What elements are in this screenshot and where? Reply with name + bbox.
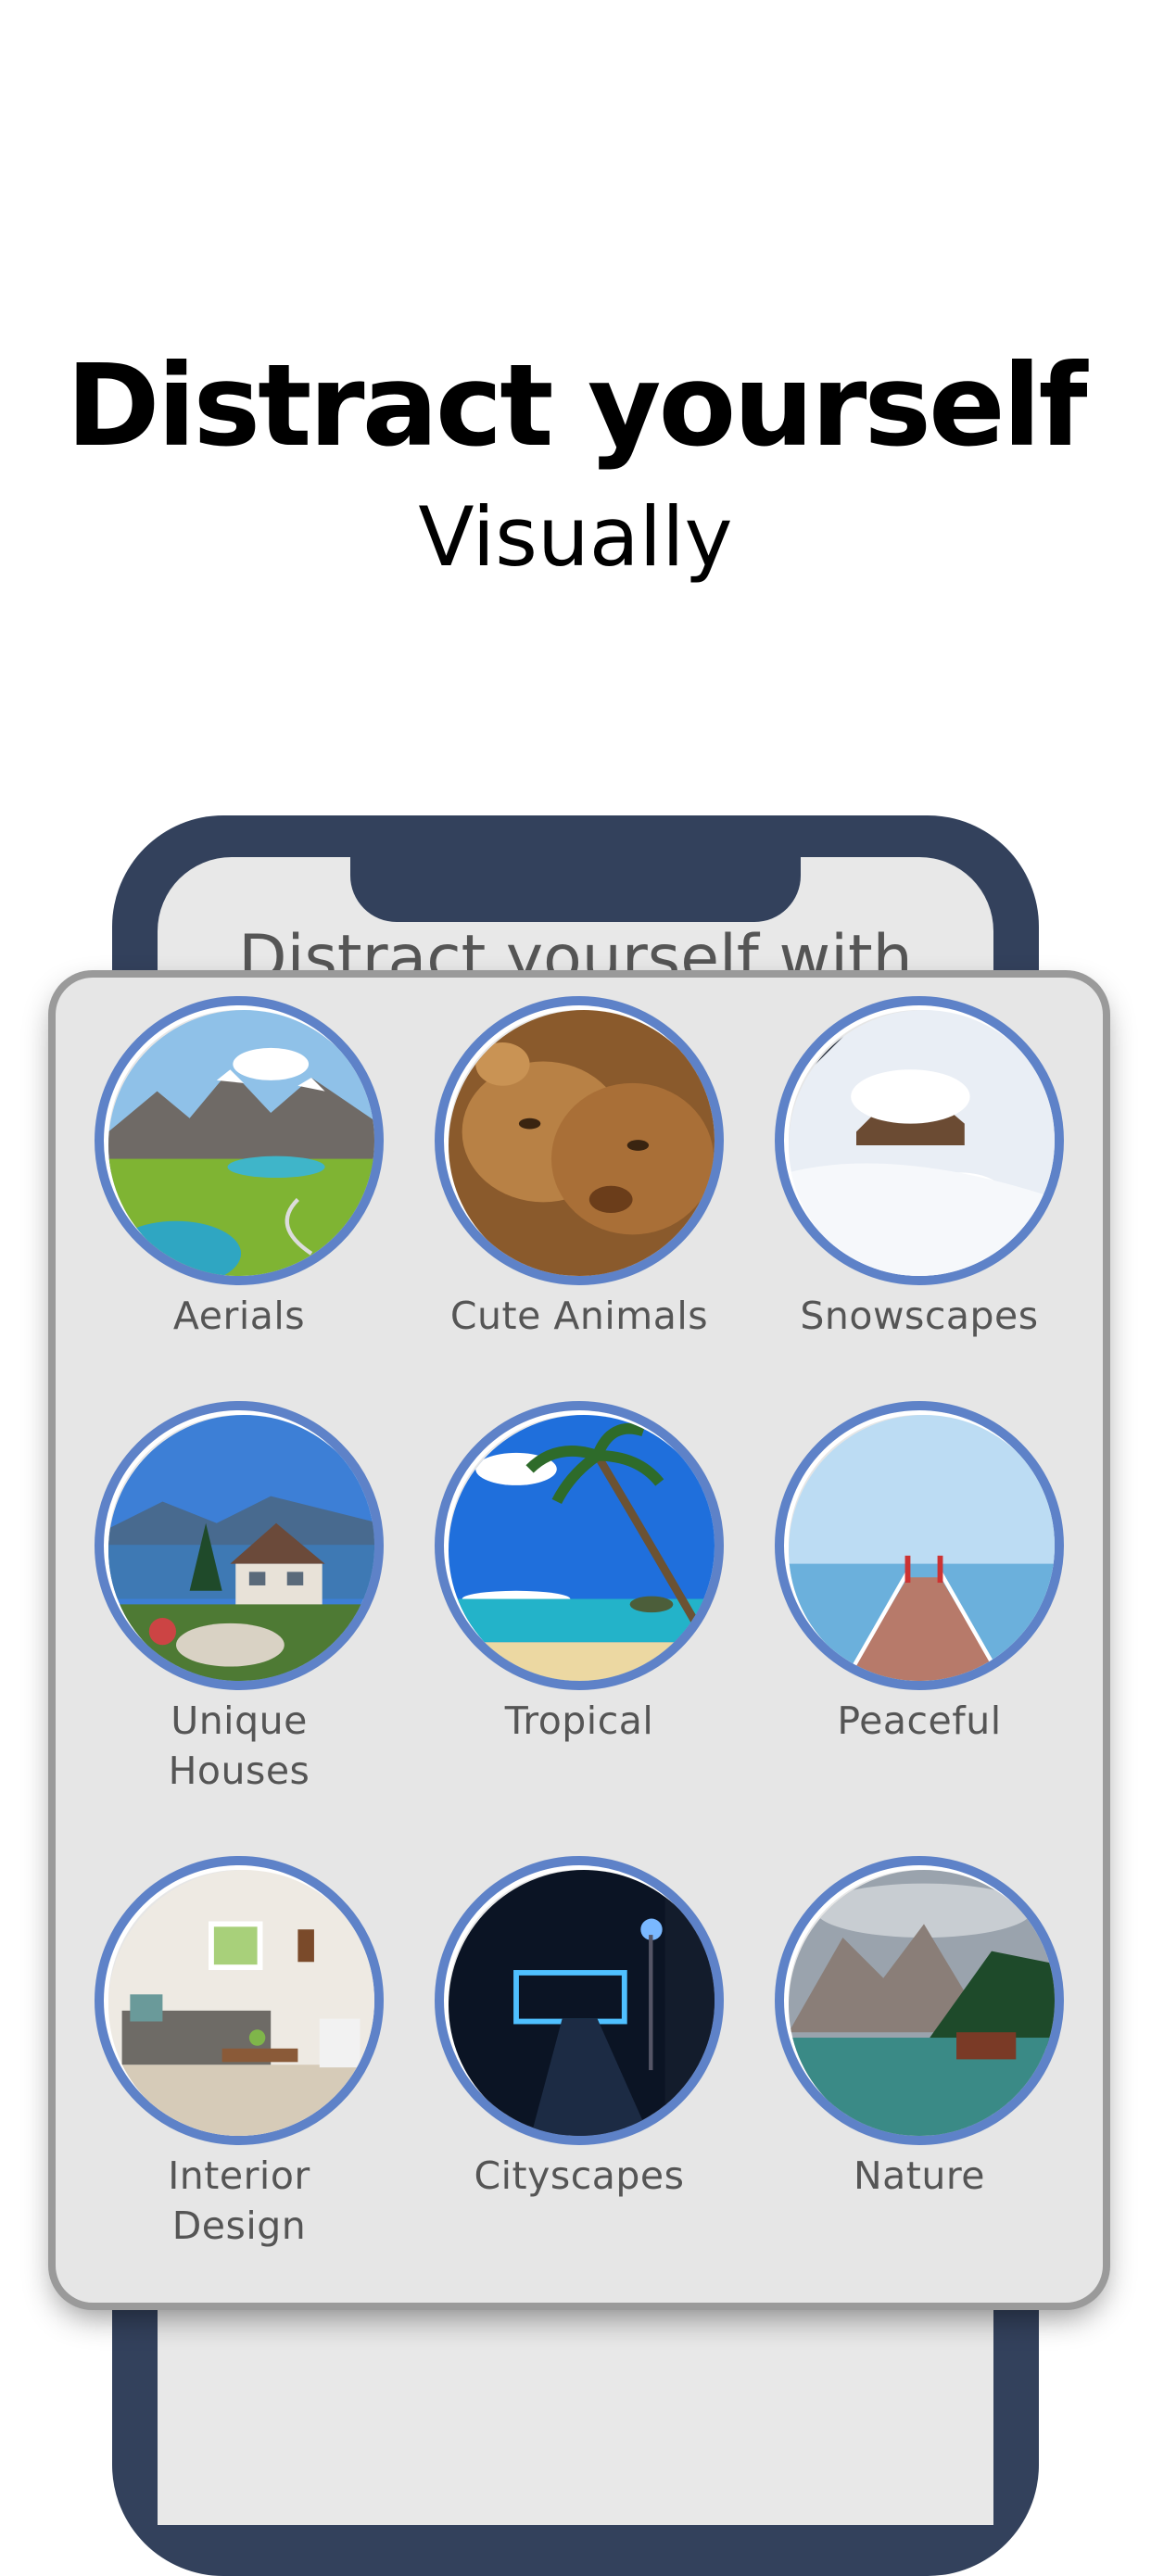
category-label: Unique Houses — [168, 1698, 310, 1793]
category-label: Nature — [853, 2153, 986, 2198]
category-cute-animals[interactable]: Cute Animals — [422, 996, 737, 1341]
headline: Distract yourself — [66, 340, 1087, 472]
category-label: Aerials — [172, 1294, 306, 1338]
living-room-image — [95, 1856, 384, 2145]
alpine-lake-aerial-image — [95, 996, 384, 1285]
category-cityscapes[interactable]: Cityscapes — [422, 1856, 737, 2201]
category-label: Interior Design — [168, 2153, 310, 2248]
lakeside-house-image — [95, 1401, 384, 1690]
palm-beach-image — [435, 1401, 724, 1690]
category-label: Snowscapes — [800, 1294, 1039, 1338]
mountain-lake-image — [775, 1856, 1064, 2145]
category-label: Cityscapes — [474, 2153, 685, 2198]
category-aerials[interactable]: Aerials — [82, 996, 397, 1341]
category-grid-card: Aerials Cute Animals Snowscapes Unique H… — [56, 978, 1103, 2303]
phone-notch — [350, 815, 801, 922]
category-label: Cute Animals — [449, 1294, 709, 1338]
category-label: Peaceful — [837, 1698, 1002, 1743]
category-snowscapes[interactable]: Snowscapes — [762, 996, 1077, 1341]
ocean-pier-image — [775, 1401, 1064, 1690]
category-unique-houses[interactable]: Unique Houses — [82, 1401, 397, 1796]
night-walkway-image — [435, 1856, 724, 2145]
category-interior-design[interactable]: Interior Design — [82, 1856, 397, 2251]
subheadline: Visually — [418, 489, 733, 585]
lion-cubs-image — [435, 996, 724, 1285]
category-nature[interactable]: Nature — [762, 1856, 1077, 2201]
category-peaceful[interactable]: Peaceful — [762, 1401, 1077, 1746]
category-label: Tropical — [504, 1698, 654, 1743]
snowy-cabins-image — [775, 996, 1064, 1285]
category-tropical[interactable]: Tropical — [422, 1401, 737, 1746]
